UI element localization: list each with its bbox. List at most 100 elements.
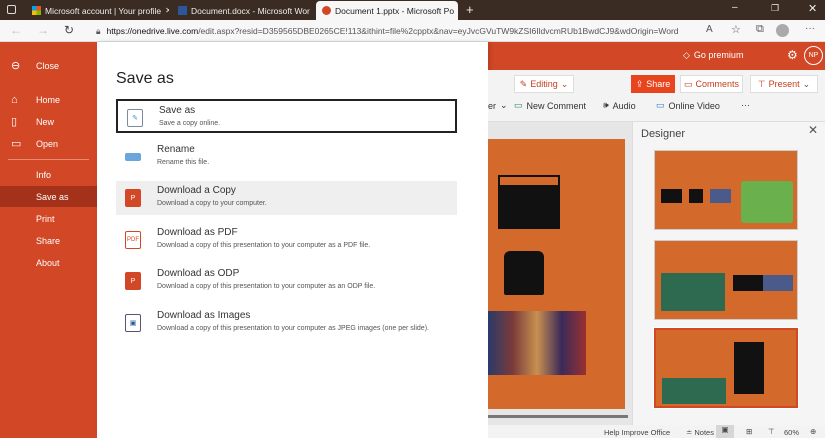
new-comment-button[interactable]: ▭ New Comment: [514, 100, 586, 111]
sidebar-item-print[interactable]: Print: [0, 208, 97, 229]
lock-icon: 🔒︎: [96, 25, 101, 36]
help-improve-office-link[interactable]: Help Improve Office: [604, 428, 670, 437]
sidebar-item-home[interactable]: ⌂ Home: [0, 89, 97, 110]
powerpoint-file-icon: P: [125, 189, 141, 207]
minimize-button[interactable]: –: [732, 2, 738, 13]
restore-button[interactable]: ❐: [771, 3, 779, 14]
sidebar-divider: [8, 159, 89, 160]
sidebar-item-about[interactable]: About: [0, 252, 97, 273]
editing-mode-button[interactable]: ✎ Editing ⌄: [514, 75, 574, 93]
audio-icon: 🕪︎: [603, 100, 609, 110]
share-button[interactable]: ⇪ Share: [631, 75, 675, 93]
share-icon: ⇪: [635, 78, 644, 89]
save-as-option[interactable]: ✎ Save as Save a copy online.: [116, 99, 457, 133]
reading-view-button[interactable]: ⊤: [768, 427, 775, 436]
folder-icon: ▭: [11, 138, 22, 150]
more-options-button[interactable]: ···: [741, 100, 750, 110]
movie-posters-image: [488, 311, 586, 375]
new-tab-button[interactable]: +: [466, 2, 474, 17]
download-images-option[interactable]: ▣ Download as Images Download a copy of th…: [116, 306, 457, 340]
video-icon: ▭: [656, 100, 665, 110]
designer-title: Designer: [641, 128, 686, 140]
new-file-icon: ▯: [11, 116, 18, 128]
download-copy-option[interactable]: P Download a Copy Download a copy to your …: [116, 181, 457, 215]
back-icon[interactable]: ←: [10, 23, 22, 37]
image-file-icon: ▣: [125, 314, 141, 332]
settings-icon[interactable]: ⚙: [787, 48, 798, 62]
slide-sorter-button[interactable]: ⊞: [746, 427, 752, 436]
ribbon: ✎ Editing ⌄ ⇪ Share ▭ Comments ⊤ Present ⌄ er ⌄…: [488, 70, 825, 122]
forward-icon[interactable]: →: [37, 23, 49, 37]
address-bar-row: ← → ↻ 🔒︎ https://onedrive.live.com/edit.a…: [0, 20, 825, 42]
diamond-icon: ◇: [683, 50, 690, 60]
design-preview-icons: [734, 342, 764, 394]
browser-tab-word[interactable]: Document.docx - Microsoft Wor✕: [172, 1, 312, 20]
designer-pane: Designer ✕: [632, 122, 825, 425]
sidebar-item-new[interactable]: ▯ New: [0, 111, 97, 132]
chevron-down-icon: ⌄: [500, 100, 508, 110]
sidebar-item-open[interactable]: ▭ Open: [0, 133, 97, 154]
url-input[interactable]: 🔒︎ https://onedrive.live.com/edit.aspx?re…: [96, 23, 696, 39]
favorites-icon[interactable]: ☆: [731, 23, 741, 36]
new-comment-icon: ▭: [514, 100, 523, 110]
rename-option[interactable]: Rename Rename this file.: [116, 140, 457, 174]
status-bar: Help Improve Office ≐ Notes ▣ ⊞ ⊤ 60% ⊕: [488, 425, 825, 438]
save-as-panel: Save as ✎ Save as Save a copy online. Rena…: [97, 42, 488, 438]
browser-tab-account[interactable]: Microsoft account | Your profile ✕: [26, 1, 169, 20]
go-premium-button[interactable]: ◇ Go premium: [683, 50, 743, 61]
normal-view-button[interactable]: ▣: [716, 425, 734, 438]
more-icon[interactable]: ···: [805, 23, 815, 34]
download-pdf-option[interactable]: PDF Download as PDF Download a copy of thi…: [116, 223, 457, 257]
comments-button[interactable]: ▭ Comments: [680, 75, 743, 93]
save-as-icon: ✎: [127, 109, 143, 127]
clapperboard-image: [498, 175, 560, 229]
audio-button[interactable]: 🕪︎ Audio: [603, 100, 636, 111]
rename-icon: [125, 153, 141, 161]
back-circle-icon: ⊖: [11, 60, 21, 72]
close-window-button[interactable]: ✕: [808, 2, 817, 15]
notes-button[interactable]: ≐ Notes: [686, 428, 714, 437]
design-suggestion-selected[interactable]: [653, 327, 799, 409]
browser-tab-bar: Microsoft account | Your profile ✕ Docume…: [0, 0, 825, 20]
browser-tab-powerpoint[interactable]: Document 1.pptx - Microsoft Po✕: [316, 1, 458, 20]
sidebar-item-share[interactable]: Share: [0, 230, 97, 251]
download-odp-option[interactable]: P Download as ODP Download a copy of this …: [116, 264, 457, 298]
tab-actions-icon[interactable]: [7, 5, 16, 14]
ribbon-partial-button[interactable]: er ⌄: [488, 100, 508, 111]
read-aloud-icon[interactable]: A: [706, 24, 713, 35]
backstage-sidebar: ⊖ Close ⌂ Home ▯ New ▭ Open Info Save as Pri…: [0, 42, 97, 438]
present-button[interactable]: ⊤ Present ⌄: [750, 75, 818, 93]
comment-icon: ▭: [683, 78, 693, 89]
design-suggestion[interactable]: [654, 150, 798, 230]
design-preview: [661, 273, 725, 311]
online-video-button[interactable]: ▭ Online Video: [656, 100, 720, 111]
refresh-icon[interactable]: ↻: [64, 23, 74, 37]
avatar[interactable]: NP: [804, 46, 823, 65]
design-preview: [741, 181, 793, 223]
present-icon: ⊤: [757, 78, 766, 89]
word-icon: [178, 6, 187, 15]
design-preview-icons: [661, 189, 731, 203]
pencil-icon: ✎: [519, 78, 528, 89]
design-preview: [662, 378, 726, 404]
design-suggestion[interactable]: [654, 240, 798, 320]
page-title: Save as: [116, 70, 174, 87]
sidebar-item-save-as[interactable]: Save as: [0, 186, 97, 207]
sidebar-item-info[interactable]: Info: [0, 164, 97, 185]
slide-canvas[interactable]: [488, 139, 625, 409]
fit-slide-icon[interactable]: ⊕: [810, 427, 816, 436]
profile-icon[interactable]: [776, 24, 789, 37]
odp-file-icon: P: [125, 272, 141, 290]
home-icon: ⌂: [11, 93, 18, 106]
chevron-down-icon: ⌄: [802, 78, 811, 89]
powerpoint-icon: [322, 6, 331, 15]
sidebar-item-close[interactable]: ⊖ Close: [0, 55, 97, 76]
chevron-down-icon: ⌄: [560, 78, 569, 89]
collections-icon[interactable]: ⧉: [756, 23, 764, 36]
horizontal-scrollbar[interactable]: [488, 415, 628, 418]
pdf-file-icon: PDF: [125, 231, 141, 249]
close-icon[interactable]: ✕: [808, 123, 818, 137]
food-drink-image: [504, 251, 544, 295]
close-tab-icon[interactable]: ✕: [165, 6, 169, 15]
zoom-level[interactable]: 60%: [784, 428, 799, 437]
